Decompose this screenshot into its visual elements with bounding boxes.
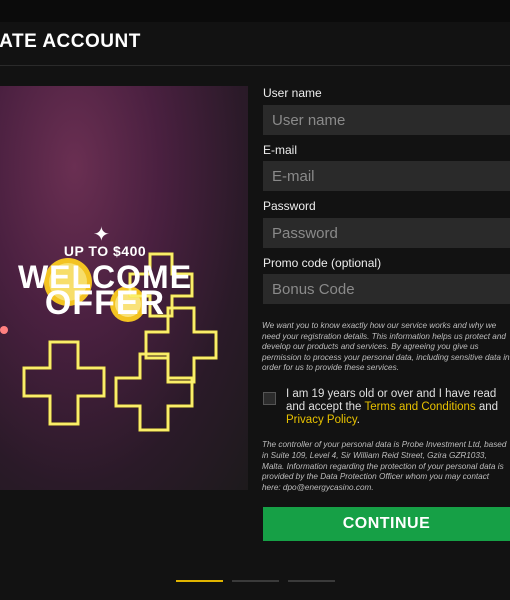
step-indicator-1: [176, 580, 223, 582]
promo-headline-offer: OFFER: [44, 284, 166, 322]
step-indicator-2: [232, 580, 279, 582]
top-bar: [0, 0, 510, 22]
terms-link[interactable]: Terms and Conditions: [364, 401, 475, 413]
promo-upto-text: UP TO $400: [63, 243, 147, 259]
page-title: EATE ACCOUNT: [0, 31, 141, 52]
username-label: User name: [263, 86, 322, 100]
welcome-offer-banner: ✦ UP TO $400 WELCOME OFFER: [0, 86, 248, 490]
email-input[interactable]: [263, 161, 510, 191]
privacy-policy-link[interactable]: Privacy Policy: [286, 414, 357, 426]
age-consent-text: I am 19 years old or over and I have rea…: [286, 388, 499, 426]
title-divider: [0, 65, 510, 66]
email-label: E-mail: [263, 143, 298, 157]
continue-button[interactable]: CONTINUE: [263, 507, 510, 541]
promo-code-input[interactable]: [263, 274, 510, 304]
step-indicator-3: [288, 580, 335, 582]
password-input[interactable]: [263, 218, 510, 248]
password-label: Password: [263, 199, 316, 213]
data-controller-notice: The controller of your personal data is …: [262, 440, 507, 493]
username-input[interactable]: [263, 105, 510, 135]
promo-code-label: Promo code (optional): [263, 256, 382, 270]
privacy-notice: We want you to know exactly how our serv…: [262, 321, 510, 372]
age-consent-checkbox[interactable]: [263, 392, 276, 405]
